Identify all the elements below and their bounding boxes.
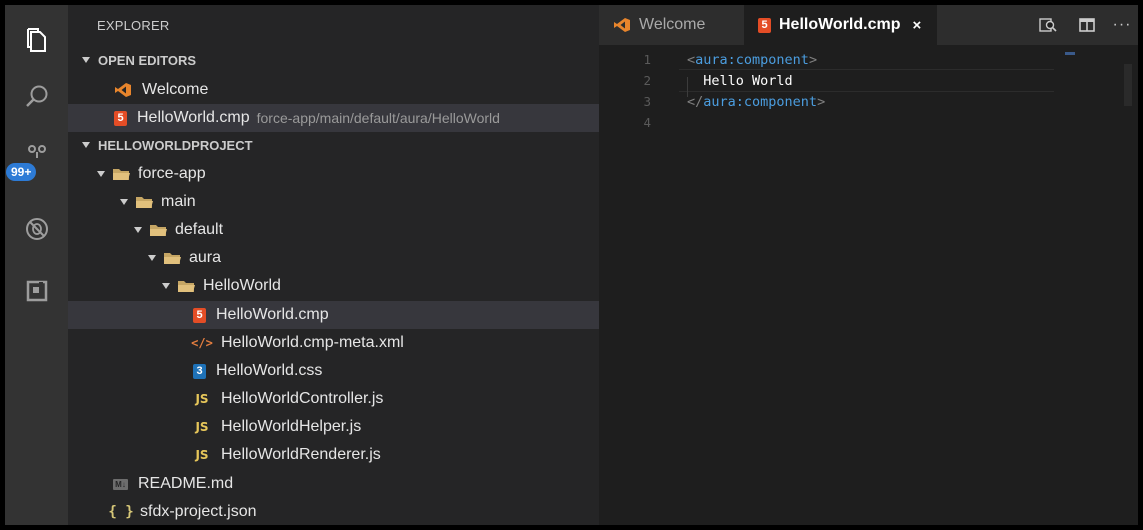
tree-label: HelloWorld.cmp [216,306,329,323]
vscode-icon [114,81,132,99]
code-line: 4 [599,112,651,133]
tree-label: HelloWorld.css [216,362,323,379]
open-editors-label: OPEN EDITORS [98,52,197,68]
expand-triangle-icon [148,255,156,261]
explorer-sidebar: EXPLORER OPEN EDITORS Welcome 5 HelloWor… [68,5,724,525]
json-icon: { } [108,504,134,520]
html5-icon: 5 [114,110,127,126]
code-text: <aura:component> [687,52,817,68]
code-token: < [687,51,696,68]
more-actions-icon[interactable]: ··· [1107,5,1137,45]
open-editor-welcome[interactable]: Welcome [68,76,645,104]
search-icon[interactable] [5,75,68,119]
source-control-badge: 99+ [6,163,37,181]
code-text: Hello World [687,72,793,89]
debug-icon[interactable] [5,207,68,251]
expand-triangle-icon [82,142,90,148]
explorer-icon[interactable] [5,19,68,63]
extensions-icon[interactable] [5,269,68,313]
activity-bar: 99+ [5,5,68,525]
css3-icon: 3 [193,363,206,379]
js-icon: JS [195,420,209,434]
xml-icon: </> [191,336,213,350]
tree-label: default [175,221,224,238]
source-control-icon[interactable] [5,141,68,161]
code-line: 3 </aura:component> [599,91,825,112]
explorer-title: EXPLORER [97,18,170,33]
line-number: 4 [643,115,651,130]
tree-folder-force-app[interactable]: force-app [68,160,628,188]
tree-folder-main[interactable]: main [68,188,651,216]
tree-folder-default[interactable]: default [68,216,665,244]
split-editor-icon[interactable] [1072,5,1102,45]
code-token: </ [687,93,704,110]
line-number: 3 [643,94,651,109]
close-icon[interactable]: × [913,17,922,34]
code-editor[interactable]: 1 <aura:component> 2 Hello World 3 </aur… [599,45,1138,525]
expand-triangle-icon [97,171,105,177]
markdown-icon: M↓ [113,478,128,490]
html5-icon: 5 [193,307,206,323]
tree-label: sfdx-project.json [140,503,257,520]
code-token: aura:component [703,93,818,110]
tree-label: README.md [138,475,234,492]
minimap[interactable] [1065,52,1075,55]
code-text: </aura:component> [687,94,825,110]
tree-folder-aura[interactable]: aura [68,244,679,272]
vscode-window: 99+ EXPLORER OPEN EDITORS Welcome 5 Hell… [5,5,1138,525]
vscode-icon [613,16,631,34]
folder-open-icon [112,167,130,181]
folder-open-icon [163,251,181,265]
expand-triangle-icon [120,199,128,205]
tab-helloworld-cmp[interactable]: 5 HelloWorld.cmp × [744,5,937,45]
line-number: 1 [643,52,651,67]
tree-file-readme[interactable]: M↓ README.md [68,470,644,498]
code-token: aura:component [695,51,809,68]
js-icon: JS [195,392,209,406]
tree-label: HelloWorld [203,277,281,294]
html5-icon: 5 [758,17,771,33]
project-label: HELLOWORLDPROJECT [98,137,253,153]
open-editors-header[interactable]: OPEN EDITORS [68,47,599,73]
tab-welcome[interactable]: Welcome [599,5,744,45]
tree-label: HelloWorld.cmp-meta.xml [221,334,404,351]
folder-open-icon [177,279,195,293]
tab-label: Welcome [639,16,706,33]
tree-label: HelloWorldRenderer.js [221,446,381,463]
tree-label: force-app [138,165,206,182]
open-editor-label: HelloWorld.cmp [137,109,250,126]
open-preview-icon[interactable] [1033,5,1063,45]
line-number: 2 [643,73,651,88]
tab-label: HelloWorld.cmp [779,16,901,33]
editor-tab-bar: Welcome 5 HelloWorld.cmp × ··· [599,5,1138,45]
open-editor-path: force-app/main/default/aura/HelloWorld [256,110,500,126]
expand-triangle-icon [134,227,142,233]
js-icon: JS [195,448,209,462]
vertical-scrollbar[interactable] [1124,64,1132,106]
tree-label: aura [189,249,222,266]
folder-open-icon [149,223,167,237]
tree-file-sfdx-project[interactable]: { } sfdx-project.json [68,498,643,525]
code-token: > [808,51,818,68]
tree-label: main [161,193,196,210]
open-editor-label: Welcome [142,81,209,98]
code-line: 2 Hello World [599,70,792,91]
project-header[interactable]: HELLOWORLDPROJECT [68,132,599,158]
code-token: > [817,93,826,110]
folder-open-icon [135,195,153,209]
expand-triangle-icon [82,57,90,63]
tree-label: HelloWorldController.js [221,390,384,407]
tree-label: HelloWorldHelper.js [221,418,362,435]
open-editor-helloworld-cmp[interactable]: 5 HelloWorld.cmp force-app/main/default/… [68,104,645,132]
code-line: 1 <aura:component> [599,49,817,70]
expand-triangle-icon [162,283,170,289]
